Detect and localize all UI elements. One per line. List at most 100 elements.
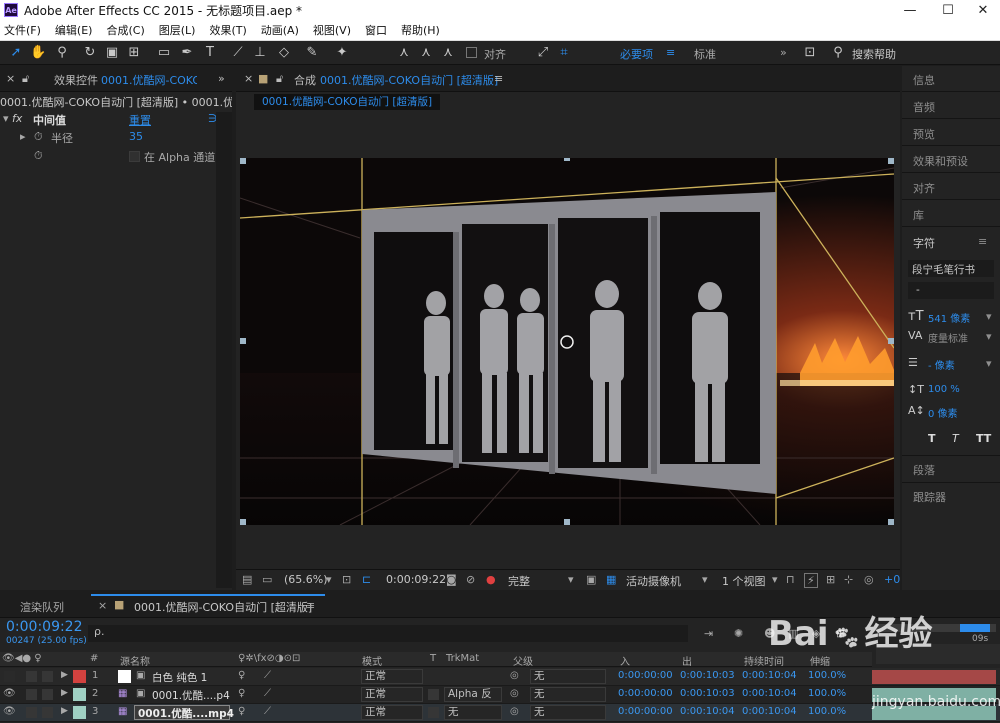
quality-switch-icon[interactable]: ⟋ [264, 688, 271, 699]
workspace-more[interactable]: » [780, 46, 787, 59]
effect-reset-link[interactable]: 重置 [129, 112, 151, 128]
tab-render-queue[interactable]: 渲染队列 [20, 599, 64, 615]
effect-header-row[interactable]: ▾ fx 中间值 重置 ∋ [0, 112, 218, 130]
layer-label-color[interactable] [73, 706, 86, 719]
maximize-button[interactable]: ☐ [926, 0, 970, 20]
view-axis-icon[interactable]: ⋏ [440, 44, 456, 61]
out-point[interactable]: 0:00:10:04 [680, 706, 735, 717]
exposure-value[interactable]: +0 [884, 573, 900, 586]
composition-name[interactable]: 0001.优酷网-COKO自动门 [超清版] [320, 72, 498, 88]
layer-handle[interactable] [564, 519, 570, 525]
shy-switch-icon[interactable]: ♀ [238, 688, 245, 699]
puppet-pin-tool-icon[interactable]: ✦ [334, 44, 350, 61]
hand-tool-icon[interactable]: ✋ [30, 44, 46, 61]
in-point[interactable]: 0:00:00:00 [618, 688, 673, 699]
sync-settings-icon[interactable]: ⊡ [802, 44, 818, 61]
composition-viewer[interactable] [240, 158, 894, 525]
time-navigator-handle[interactable] [960, 624, 990, 632]
graph-editor-icon[interactable]: ⊞ [836, 627, 845, 640]
view-layout-dropdown[interactable]: 1 个视图 [722, 573, 766, 589]
solo-toggle[interactable] [42, 671, 53, 682]
tab-composition[interactable]: 合成 [294, 72, 316, 88]
chevron-down-icon[interactable]: ▾ [986, 310, 992, 323]
workspace-standard[interactable]: 标准 [694, 46, 716, 62]
layer-row[interactable]: 👁︎ ▶ 3 ▦ 0001.优酷....mp4 ♀ ⟋ 正常 无 ◎ 无 0:0… [0, 704, 1000, 722]
reset-exposure-icon[interactable]: ◎ [864, 573, 874, 586]
rotate-tool-icon[interactable]: ↻ [82, 44, 98, 61]
pickwhip-icon[interactable]: ◎ [510, 670, 519, 681]
effect-controls-comp-name[interactable]: 0001.优酷网-COKO自 [101, 72, 197, 88]
audio-toggle[interactable] [26, 671, 37, 682]
snap-features-icon[interactable]: ⌗ [556, 44, 572, 61]
faux-italic-button[interactable]: T [952, 432, 959, 445]
layer-handle[interactable] [888, 158, 894, 164]
blend-mode-dropdown[interactable]: 正常 [361, 705, 423, 720]
menu-file[interactable]: 文件(F) [0, 22, 45, 38]
audio-toggle[interactable] [26, 689, 37, 700]
panel-menu-icon[interactable]: ≡ [306, 599, 315, 612]
lock-icon[interactable]: 🔓︎ [276, 72, 283, 86]
solo-toggle[interactable] [42, 689, 53, 700]
layer-name[interactable]: 白色 纯色 1 [152, 670, 207, 685]
panel-tracker[interactable]: 跟踪器 [913, 489, 946, 505]
shy-switch-icon[interactable]: ♀ [238, 670, 245, 681]
layer-name[interactable]: 0001.优酷....p4 [152, 688, 230, 703]
eye-icon[interactable]: 👁︎ [3, 706, 16, 717]
font-family-field[interactable]: 段宁毛笔行书 [908, 260, 994, 277]
toggle-pixel-aspect-icon[interactable]: ⊓ [786, 573, 795, 586]
selection-tool-icon[interactable]: ➚ [8, 44, 24, 61]
pen-tool-icon[interactable]: ✒ [179, 44, 195, 61]
parent-dropdown[interactable]: 无 [530, 705, 606, 720]
panel-character[interactable]: 字符 [913, 235, 935, 251]
panel-menu-icon[interactable]: ≡ [978, 235, 987, 248]
duration[interactable]: 0:00:10:04 [742, 670, 797, 681]
in-point[interactable]: 0:00:00:00 [618, 670, 673, 681]
zoom-level-dropdown[interactable]: (65.6%) [284, 573, 328, 586]
stretch[interactable]: 100.0% [808, 670, 846, 681]
menu-view[interactable]: 视图(V) [309, 22, 355, 38]
font-style-field[interactable]: - [908, 282, 994, 299]
quality-switch-icon[interactable]: ⟋ [264, 706, 271, 717]
stopwatch-icon[interactable]: ⏱︎ [34, 130, 43, 144]
audio-toggle[interactable] [26, 707, 37, 718]
menu-animation[interactable]: 动画(A) [257, 22, 303, 38]
layer-handle[interactable] [240, 519, 246, 525]
clone-stamp-tool-icon[interactable]: ⊥ [252, 44, 268, 61]
snapshot-icon[interactable]: ◙ [446, 573, 457, 586]
monitor-icon[interactable]: ▭ [262, 573, 272, 586]
tab-timeline-comp[interactable]: 0001.优酷网-COKO自动门 [超清版] [134, 599, 312, 615]
menu-composition[interactable]: 合成(C) [102, 22, 148, 38]
layer-duration-bar[interactable] [872, 670, 996, 684]
title-safe-icon[interactable]: ⊡ [342, 573, 351, 586]
timeline-current-time[interactable]: 0:00:09:22 [6, 619, 83, 635]
chevron-down-icon[interactable]: ▾ [568, 573, 574, 586]
panel-overflow-icon[interactable]: » [218, 72, 225, 85]
time-ruler[interactable] [876, 644, 1000, 664]
leading-value[interactable]: - 像素 [928, 357, 955, 372]
mask-visibility-icon[interactable]: ⊏ [362, 573, 371, 586]
out-point[interactable]: 0:00:10:03 [680, 670, 735, 681]
panel-audio[interactable]: 音频 [913, 99, 935, 115]
shy-icon[interactable]: ☻ [764, 627, 775, 640]
channel-icon[interactable]: ● [486, 573, 496, 586]
region-of-interest-icon[interactable]: ▣ [586, 573, 596, 586]
in-point[interactable]: 0:00:00:00 [618, 706, 673, 717]
transparency-grid-icon[interactable]: ▦ [606, 573, 616, 586]
layer-row[interactable]: ▶ 1 ▣ 白色 纯色 1 ♀ ⟋ 正常 ◎ 无 0:00:00:00 0:00… [0, 668, 1000, 686]
font-size-value[interactable]: 541 像素 [928, 310, 970, 325]
panel-preview[interactable]: 预览 [913, 126, 935, 142]
expand-arrow-icon[interactable]: ▶ [61, 688, 68, 698]
parent-dropdown[interactable]: 无 [530, 669, 606, 684]
rectangle-tool-icon[interactable]: ▭ [156, 44, 172, 61]
track-matte-dropdown[interactable]: 无 [444, 705, 502, 720]
search-help[interactable]: 搜索帮助 [852, 46, 896, 62]
preserve-transparency-toggle[interactable] [428, 707, 439, 718]
radius-value[interactable]: 35 [129, 130, 143, 143]
layer-duration-bar[interactable] [872, 706, 996, 720]
panel-libraries[interactable]: 库 [913, 207, 924, 223]
layer-duration-bar[interactable] [872, 688, 996, 702]
shy-switch-icon[interactable]: ♀ [238, 706, 245, 717]
comp-flow-tab[interactable]: 0001.优酷网-COKO自动门 [超清版] [254, 94, 441, 110]
eye-icon[interactable]: 👁︎ [3, 688, 16, 699]
duration[interactable]: 0:00:10:04 [742, 688, 797, 699]
